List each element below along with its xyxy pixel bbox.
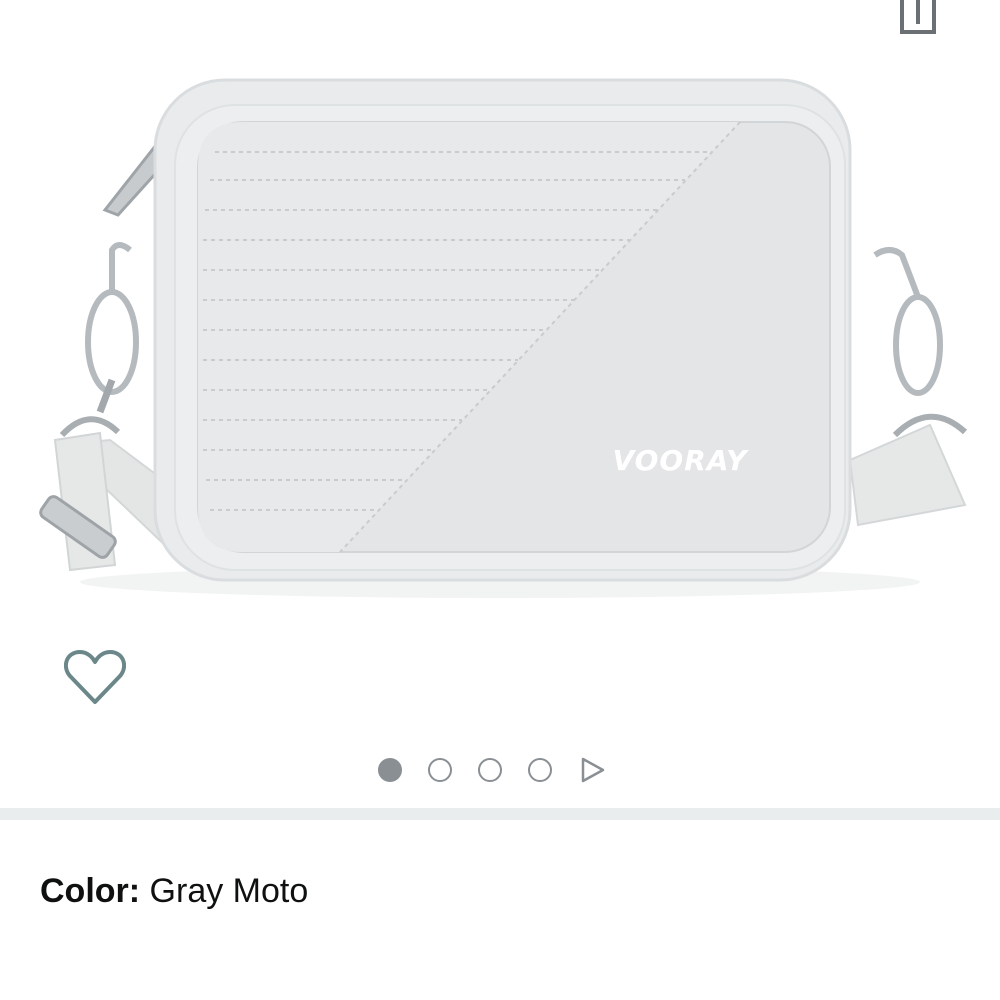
color-value: Gray Moto: [149, 872, 309, 910]
share-icon: [900, 0, 936, 34]
heart-outline-icon: [64, 650, 126, 704]
carousel-dot-1[interactable]: [378, 758, 402, 782]
wishlist-button[interactable]: [60, 645, 130, 709]
play-triangle-icon: [581, 757, 605, 783]
color-label: Color:: [40, 872, 150, 910]
product-image[interactable]: VOORAY: [0, 60, 1000, 620]
color-selection-row: Color: Gray Moto: [40, 868, 308, 914]
carousel-next-button[interactable]: [578, 755, 608, 785]
carousel-dot-2[interactable]: [428, 758, 452, 782]
brand-logo: VOORAY: [612, 444, 749, 477]
share-button[interactable]: [890, 0, 946, 40]
carousel-dot-4[interactable]: [528, 758, 552, 782]
image-carousel-indicators: [378, 755, 608, 785]
section-divider: [0, 808, 1000, 820]
carousel-dot-3[interactable]: [478, 758, 502, 782]
product-image-gallery: VOORAY: [0, 0, 1000, 808]
crossbody-bag-image: VOORAY: [39, 78, 968, 598]
